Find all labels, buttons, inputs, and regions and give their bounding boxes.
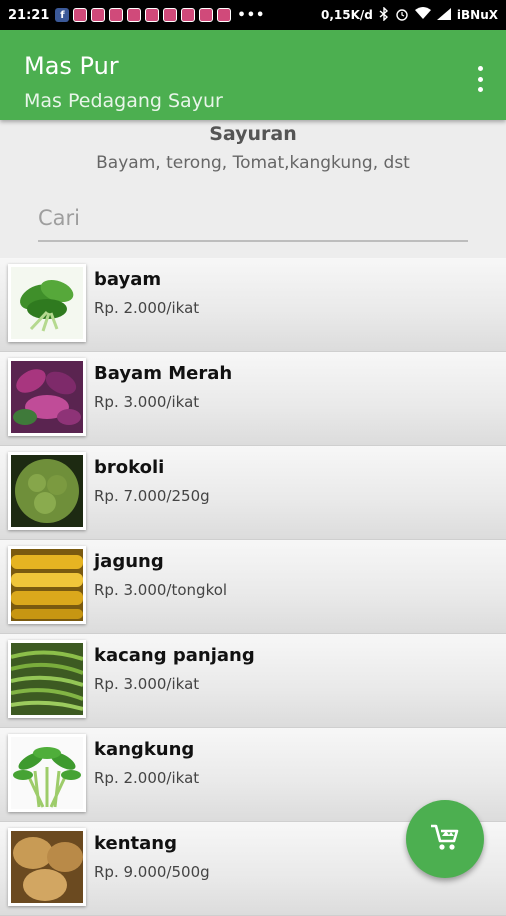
product-name: jagung: [94, 551, 164, 572]
product-name: Bayam Merah: [94, 363, 233, 384]
product-name: kangkung: [94, 739, 195, 760]
bluetooth-icon: [379, 5, 389, 24]
product-price: Rp. 3.000/tongkol: [94, 581, 228, 599]
product-price: Rp. 2.000/ikat: [94, 769, 200, 787]
net-speed: 0,15K/d: [321, 8, 373, 22]
cart-icon: [429, 822, 461, 856]
wifi-icon: [414, 7, 431, 23]
more-notifications-indicator: •••: [237, 7, 266, 23]
corn-image: [8, 546, 86, 624]
alarm-icon: [395, 7, 409, 24]
instagram-icon: [127, 8, 142, 22]
spinach-image: [8, 264, 86, 342]
app-subtitle: Mas Pedagang Sayur: [24, 90, 223, 112]
status-right: 0,15K/d iBNuX: [321, 5, 506, 24]
product-price: Rp. 3.000/ikat: [94, 393, 200, 411]
status-time: 21:21: [8, 7, 50, 23]
long-bean-image: [8, 640, 86, 718]
product-name: kentang: [94, 833, 177, 854]
search-box: [38, 206, 468, 242]
facebook-icon: f: [55, 8, 70, 22]
product-price: Rp. 7.000/250g: [94, 487, 210, 505]
instagram-icon: [181, 8, 196, 22]
instagram-icon: [217, 8, 232, 22]
carrier-name: iBNuX: [456, 8, 498, 22]
list-item[interactable]: Bayam Merah Rp. 3.000/ikat: [0, 352, 506, 446]
instagram-icon: [199, 8, 214, 22]
category-title: Sayuran: [209, 123, 297, 145]
instagram-icon: [73, 8, 88, 22]
search-input[interactable]: [38, 206, 468, 230]
product-price: Rp. 2.000/ikat: [94, 299, 200, 317]
product-name: bayam: [94, 269, 162, 290]
list-item[interactable]: kacang panjang Rp. 3.000/ikat: [0, 634, 506, 728]
status-bar: 21:21 f ••• 0,15K/d iBNuX: [0, 0, 506, 30]
app-title: Mas Pur: [24, 52, 119, 80]
category-description: Bayam, terong, Tomat,kangkung, dst: [96, 153, 410, 173]
list-item[interactable]: jagung Rp. 3.000/tongkol: [0, 540, 506, 634]
overflow-menu-icon[interactable]: [476, 66, 484, 92]
list-item[interactable]: bayam Rp. 2.000/ikat: [0, 258, 506, 352]
instagram-icon: [91, 8, 106, 22]
instagram-icon: [163, 8, 178, 22]
water-spinach-image: [8, 734, 86, 812]
instagram-icon: [145, 8, 160, 22]
cart-button[interactable]: [406, 800, 484, 878]
signal-icon: [436, 7, 451, 23]
product-name: brokoli: [94, 457, 165, 478]
product-name: kacang panjang: [94, 645, 255, 666]
app-bar: Mas Pur Mas Pedagang Sayur: [0, 30, 506, 120]
product-price: Rp. 9.000/500g: [94, 863, 210, 881]
potato-image: [8, 828, 86, 906]
product-price: Rp. 3.000/ikat: [94, 675, 200, 693]
list-item[interactable]: brokoli Rp. 7.000/250g: [0, 446, 506, 540]
red-spinach-image: [8, 358, 86, 436]
instagram-icon: [109, 8, 124, 22]
broccoli-image: [8, 452, 86, 530]
